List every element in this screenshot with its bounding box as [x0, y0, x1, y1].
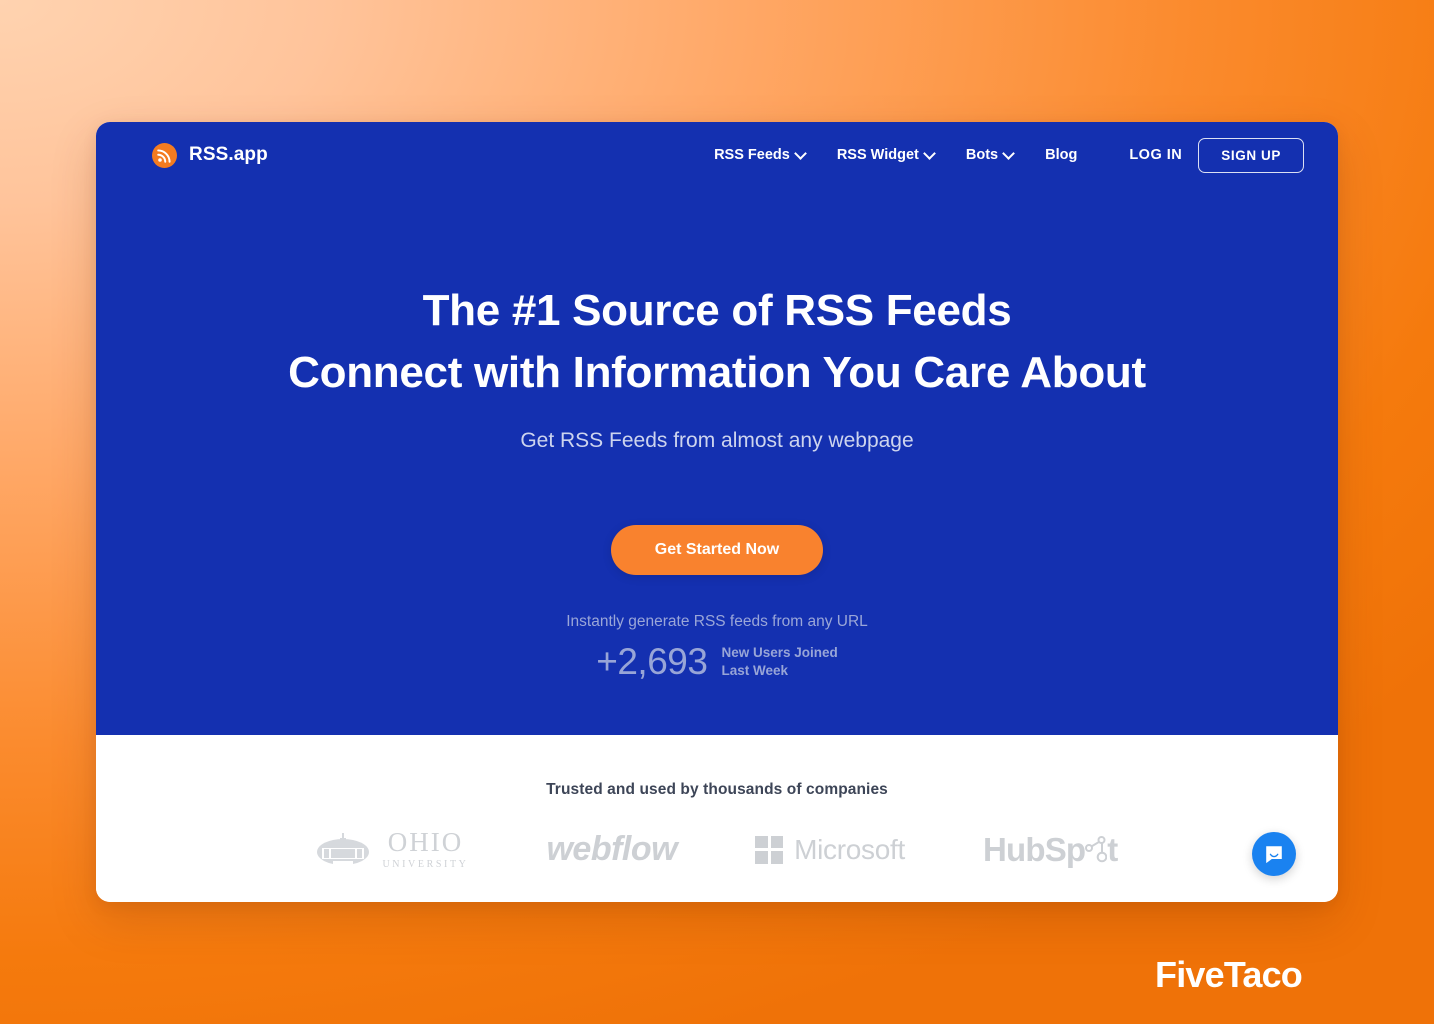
- hubspot-name-tail: t: [1107, 830, 1118, 868]
- new-users-stat: +2,693 New Users Joined Last Week: [596, 643, 838, 680]
- cta-wrapper: Get Started Now: [610, 525, 824, 576]
- page-title: The #1 Source of RSS Feeds Connect with …: [288, 280, 1146, 403]
- hero-subheadline: Get RSS Feeds from almost any webpage: [520, 429, 914, 453]
- ohio-subtitle: UNIVERSITY: [382, 859, 469, 870]
- stat-label: New Users Joined Last Week: [721, 644, 837, 679]
- page-background: RSS.app RSS Feeds RSS Widget Bots Blog L…: [0, 0, 1434, 1024]
- microsoft-squares-icon: [755, 835, 784, 864]
- ohio-seal-icon: [317, 832, 370, 865]
- social-proof-section: Trusted and used by thousands of compani…: [96, 735, 1338, 902]
- logo-microsoft: Microsoft: [755, 834, 905, 866]
- get-started-button[interactable]: Get Started Now: [610, 525, 824, 576]
- microsoft-wordmark: Microsoft: [794, 833, 905, 865]
- webflow-wordmark: webflow: [546, 830, 678, 868]
- social-proof-title: Trusted and used by thousands of compani…: [546, 781, 888, 798]
- chat-bubble-icon: [1266, 846, 1282, 864]
- ohio-name: OHIO: [387, 827, 464, 857]
- ohio-wordmark: OHIO UNIVERSITY: [382, 827, 469, 871]
- hubspot-sprocket-icon: [1085, 835, 1108, 862]
- hero-content: The #1 Source of RSS Feeds Connect with …: [96, 122, 1338, 735]
- stat-number: +2,693: [596, 641, 708, 683]
- logo-webflow: webflow: [546, 830, 677, 869]
- hubspot-name-part: HubSp: [982, 830, 1086, 868]
- logo-hubspot: HubSp t: [983, 831, 1118, 869]
- headline-line-1: The #1 Source of RSS Feeds: [422, 286, 1012, 335]
- fivetaco-watermark: FiveTaco: [1155, 954, 1303, 995]
- hero-tagline: Instantly generate RSS feeds from any UR…: [566, 613, 868, 631]
- hubspot-wordmark: HubSp t: [983, 831, 1118, 869]
- stat-label-line-1: New Users Joined: [721, 645, 838, 661]
- website-card: RSS.app RSS Feeds RSS Widget Bots Blog L…: [96, 122, 1338, 902]
- headline-line-2: Connect with Information You Care About: [288, 347, 1146, 397]
- company-logos: OHIO UNIVERSITY webflow Microsoft HubSp t: [316, 829, 1118, 870]
- stat-label-line-2: Last Week: [721, 662, 788, 678]
- logo-ohio-university: OHIO UNIVERSITY: [316, 829, 468, 870]
- hero-section: RSS.app RSS Feeds RSS Widget Bots Blog L…: [96, 122, 1338, 735]
- chat-launcher-button[interactable]: [1252, 832, 1296, 876]
